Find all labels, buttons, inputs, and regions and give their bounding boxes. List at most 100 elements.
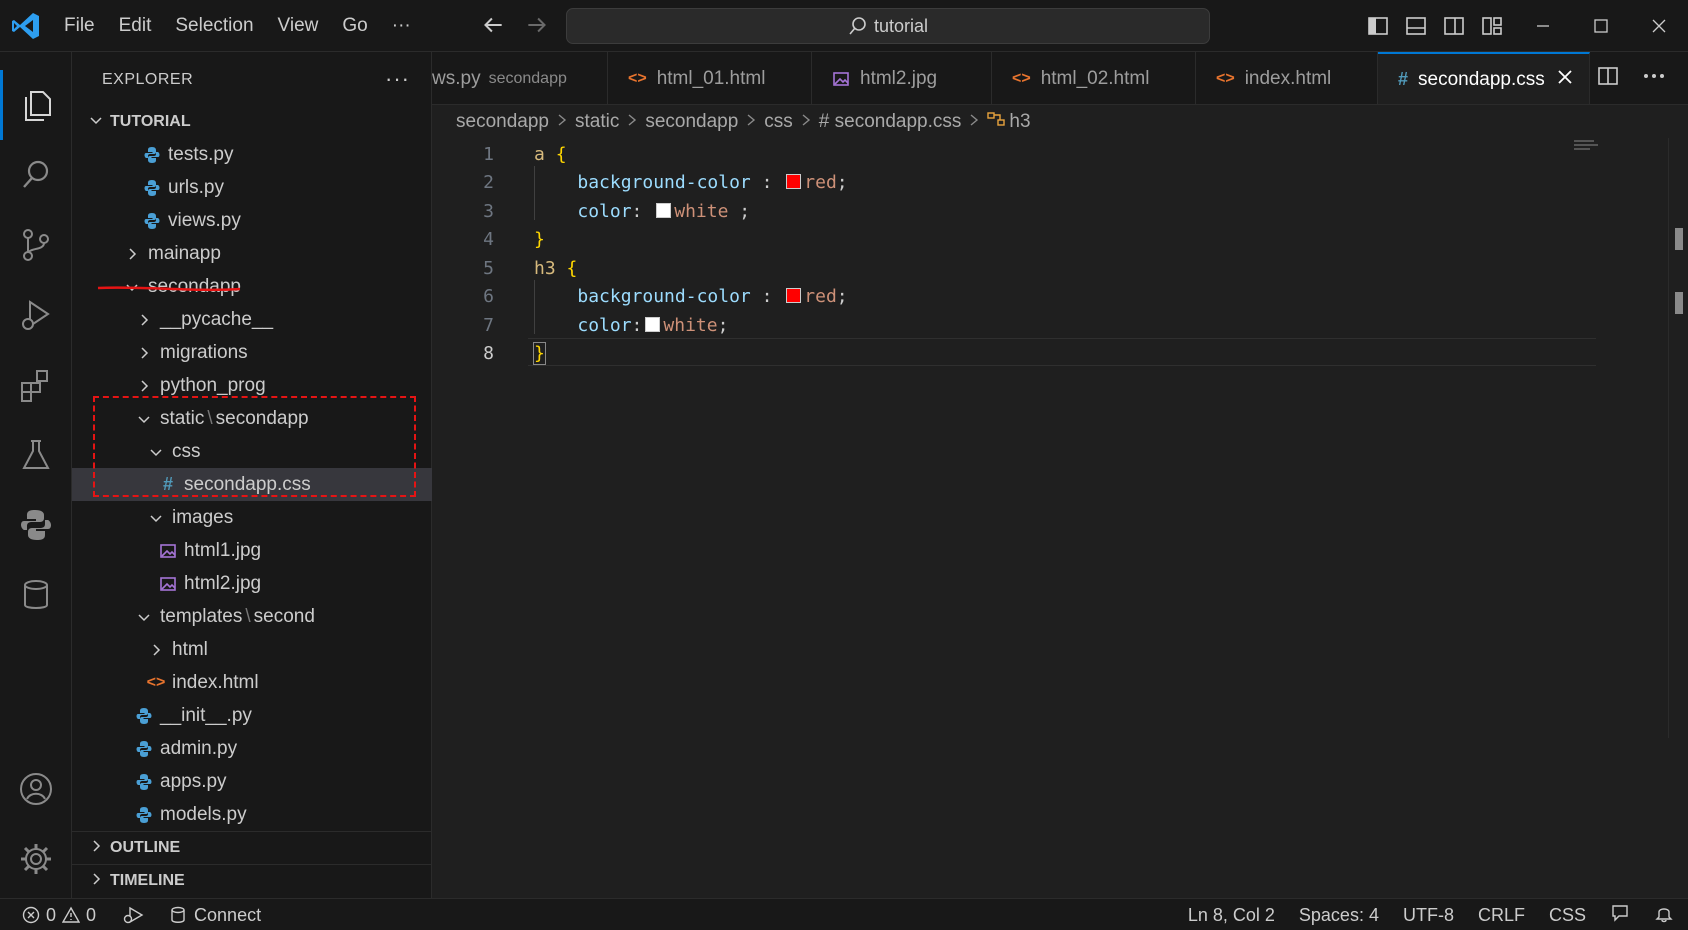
- breadcrumb-item[interactable]: static: [575, 111, 619, 133]
- command-center-search[interactable]: tutorial: [566, 8, 1210, 44]
- customize-layout-icon[interactable]: [1480, 14, 1504, 38]
- file-item[interactable]: html1.jpg: [72, 534, 432, 567]
- menu-edit[interactable]: Edit: [107, 15, 164, 37]
- file-item[interactable]: models.py: [72, 798, 432, 831]
- notifications-bell-icon[interactable]: [1654, 903, 1674, 928]
- chevron-right-icon: [82, 838, 110, 859]
- editor-tab[interactable]: # secondapp.css: [1378, 52, 1590, 104]
- folder-item[interactable]: __pycache__: [72, 303, 432, 336]
- split-editor-icon[interactable]: [1596, 64, 1620, 88]
- breadcrumb-item[interactable]: secondapp: [456, 111, 549, 133]
- menu-selection[interactable]: Selection: [163, 15, 265, 37]
- file-item[interactable]: urls.py: [72, 171, 432, 204]
- breadcrumb-item[interactable]: secondapp: [645, 111, 738, 133]
- file-item[interactable]: html2.jpg: [72, 567, 432, 600]
- cursor-position[interactable]: Ln 8, Col 2: [1188, 905, 1275, 926]
- image-icon: [156, 539, 180, 563]
- menu-more[interactable]: ···: [380, 15, 423, 37]
- folder-item[interactable]: images: [72, 501, 432, 534]
- python-activity-icon[interactable]: [0, 490, 72, 560]
- run-debug-icon[interactable]: [0, 280, 72, 350]
- folder-item[interactable]: css: [72, 435, 432, 468]
- folder-item[interactable]: python_prog: [72, 369, 432, 402]
- menu-go[interactable]: Go: [330, 15, 379, 37]
- minimap[interactable]: [1572, 138, 1602, 158]
- file-item[interactable]: __init__.py: [72, 699, 432, 732]
- code-text: background-color : red;: [534, 286, 847, 307]
- file-item[interactable]: <> index.html: [72, 666, 432, 699]
- folder-item[interactable]: html: [72, 633, 432, 666]
- file-item[interactable]: apps.py: [72, 765, 432, 798]
- connect-item[interactable]: Connect: [170, 905, 261, 926]
- settings-gear-icon[interactable]: [0, 824, 72, 894]
- feedback-icon[interactable]: [1610, 903, 1630, 928]
- folder-item[interactable]: migrations: [72, 336, 432, 369]
- language-mode[interactable]: CSS: [1549, 905, 1586, 926]
- editor-tab[interactable]: html2.jpg: [812, 52, 992, 104]
- account-icon[interactable]: [0, 754, 72, 824]
- code-line: 5 h3 {: [432, 254, 1662, 282]
- color-swatch[interactable]: [786, 174, 802, 189]
- encoding[interactable]: UTF-8: [1403, 905, 1454, 926]
- chevron-down-icon: [82, 112, 110, 133]
- editor-tab[interactable]: <> html_01.html: [608, 52, 812, 104]
- line-ending[interactable]: CRLF: [1478, 905, 1525, 926]
- menu-file[interactable]: File: [52, 15, 107, 37]
- editor-tab[interactable]: ws.py secondapp: [432, 52, 608, 104]
- testing-flask-icon[interactable]: [0, 420, 72, 490]
- source-control-icon[interactable]: [0, 210, 72, 280]
- navigation-arrows: [480, 12, 550, 38]
- outline-section-header[interactable]: OUTLINE: [82, 832, 432, 864]
- workspace-root-header[interactable]: TUTORIAL: [82, 106, 442, 138]
- explorer-activity-icon[interactable]: [0, 70, 72, 140]
- color-swatch[interactable]: [645, 316, 661, 332]
- breadcrumb-item[interactable]: # secondapp.css: [819, 111, 962, 133]
- debug-run-icon[interactable]: [122, 905, 144, 925]
- tree-item-label: second: [253, 605, 315, 627]
- explorer-more-actions[interactable]: ···: [385, 66, 410, 92]
- menu-bar: File Edit Selection View Go ···: [52, 0, 423, 52]
- timeline-section-header[interactable]: TIMELINE: [82, 865, 432, 897]
- back-arrow-icon[interactable]: [480, 12, 506, 38]
- breadcrumb-item[interactable]: h3: [1009, 111, 1030, 133]
- file-item[interactable]: # secondapp.css: [72, 468, 432, 501]
- indentation[interactable]: Spaces: 4: [1299, 905, 1379, 926]
- breadcrumb-item[interactable]: css: [764, 111, 793, 133]
- folder-item[interactable]: templates \ second: [72, 600, 432, 633]
- close-tab-icon[interactable]: [1557, 69, 1573, 91]
- code-editor[interactable]: 1a {2 background-color : red; 3 color: wh…: [432, 138, 1662, 898]
- problems-indicator[interactable]: 0 0: [22, 905, 96, 926]
- editor-tab[interactable]: <> index.html: [1196, 52, 1378, 104]
- search-activity-icon[interactable]: [0, 140, 72, 210]
- breadcrumb-separator-icon: [626, 111, 638, 133]
- file-item[interactable]: tests.py: [72, 138, 432, 171]
- toggle-secondary-sidebar-icon[interactable]: [1442, 14, 1466, 38]
- maximize-icon[interactable]: [1572, 0, 1630, 52]
- database-icon: [171, 906, 185, 923]
- extensions-icon[interactable]: [0, 350, 72, 420]
- folder-item[interactable]: static \ secondapp: [72, 402, 432, 435]
- close-window-icon[interactable]: [1630, 0, 1688, 52]
- color-swatch[interactable]: [656, 202, 672, 218]
- file-item[interactable]: views.py: [72, 204, 432, 237]
- more-actions-icon[interactable]: [1642, 64, 1666, 88]
- python-icon: [140, 143, 164, 167]
- toggle-primary-sidebar-icon[interactable]: [1366, 14, 1390, 38]
- folder-item[interactable]: mainapp: [72, 237, 432, 270]
- image-icon: [156, 572, 180, 596]
- tree-item-label: models.py: [160, 803, 247, 825]
- editor-tab[interactable]: <> html_02.html: [992, 52, 1196, 104]
- search-icon: [849, 17, 866, 35]
- file-item[interactable]: admin.py: [72, 732, 432, 765]
- minimize-icon[interactable]: [1514, 0, 1572, 52]
- database-icon[interactable]: [0, 560, 72, 630]
- toggle-panel-icon[interactable]: [1404, 14, 1428, 38]
- code-text: background-color : red;: [534, 172, 847, 193]
- color-swatch[interactable]: [786, 288, 802, 303]
- forward-arrow-icon[interactable]: [524, 12, 550, 38]
- tree-item-label: __init__.py: [160, 704, 252, 726]
- editor-scrollbar[interactable]: [1668, 138, 1688, 738]
- code-text: h3 {: [534, 258, 577, 279]
- menu-view[interactable]: View: [266, 15, 331, 37]
